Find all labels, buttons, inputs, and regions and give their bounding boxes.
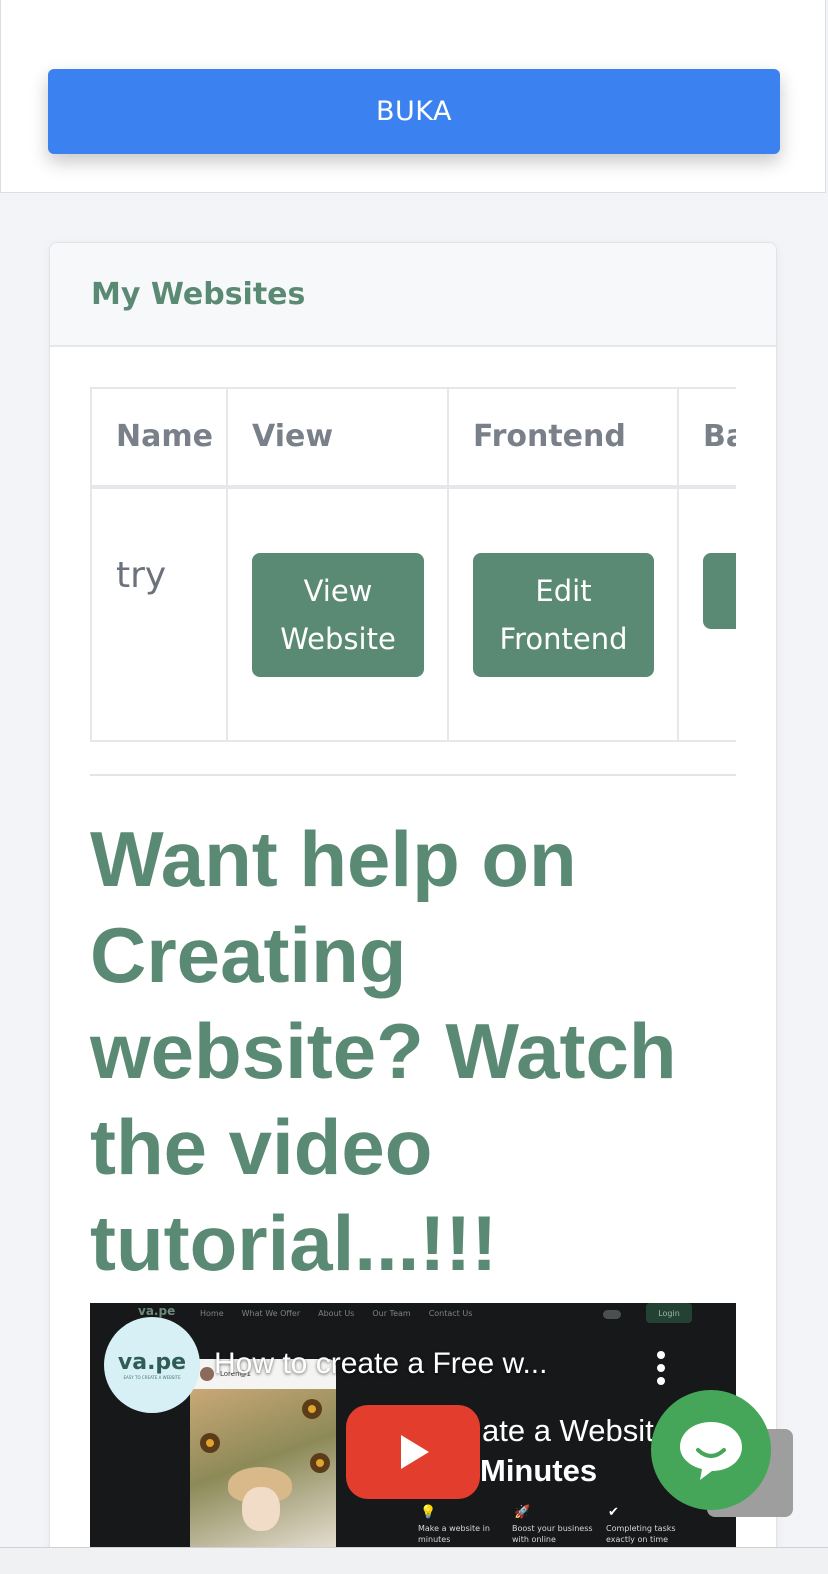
face-graphic (242, 1487, 280, 1531)
video-site-logo: va.pe (138, 1304, 176, 1318)
video-site-nav: Home What We Offer About Us Our Team Con… (200, 1309, 472, 1318)
thumbnail-avatar (200, 1367, 214, 1381)
chat-bubble-icon (680, 1422, 742, 1480)
view-website-button[interactable]: View Website (252, 553, 424, 677)
table-header-row: Name View Frontend Ba (90, 387, 736, 489)
feature-item: 🚀 Boost your business with online (512, 1505, 604, 1545)
video-login-badge: Login (646, 1303, 692, 1323)
video-subtitle-line1: ate a Website (482, 1413, 671, 1448)
video-nav-item: Contact Us (428, 1309, 473, 1318)
my-websites-card: My Websites Name View Frontend Ba try Vi… (49, 242, 777, 1574)
feature-text: Boost your business with online (512, 1524, 593, 1544)
websites-table: Name View Frontend Ba try View Website E… (90, 387, 736, 742)
divider (90, 774, 736, 776)
sunflower-graphic (200, 1433, 220, 1453)
more-vert-icon[interactable] (656, 1351, 666, 1385)
buka-button[interactable]: BUKA (48, 69, 780, 154)
video-nav-item: About Us (318, 1309, 355, 1318)
thumbnail-card: Loren@1 (190, 1359, 336, 1553)
feature-item: 💡 Make a website in minutes (418, 1505, 510, 1545)
play-icon (401, 1435, 429, 1469)
sunflower-graphic (302, 1399, 322, 1419)
chat-button[interactable] (651, 1390, 771, 1510)
site-name-cell: try (90, 486, 228, 742)
frontend-cell: Edit Frontend (447, 486, 679, 742)
view-cell: View Website (226, 486, 449, 742)
backend-cell: E (677, 486, 736, 742)
video-nav-item: Our Team (372, 1309, 411, 1318)
channel-logo-tagline: EASY TO CREATE A WEBSITE (123, 1375, 181, 1380)
check-circle-icon: ✔ (608, 1505, 619, 1520)
video-title[interactable]: How to create a Free w... (214, 1347, 547, 1381)
column-header-frontend: Frontend (447, 387, 679, 489)
card-header: My Websites (50, 243, 776, 347)
video-nav-item: Home (200, 1309, 224, 1318)
lightbulb-icon: 💡 (420, 1505, 437, 1520)
channel-logo[interactable]: va.pe EASY TO CREATE A WEBSITE (104, 1317, 200, 1413)
websites-table-scroll[interactable]: Name View Frontend Ba try View Website E… (90, 387, 736, 742)
video-nav-item: What We Offer (241, 1309, 301, 1318)
column-header-view: View (226, 387, 449, 489)
edit-frontend-button[interactable]: Edit Frontend (473, 553, 654, 677)
table-row: try View Website Edit Frontend E (90, 486, 736, 742)
column-header-backend: Ba (677, 387, 736, 489)
help-heading: Want help on Creating website? Watch the… (90, 815, 677, 1287)
video-toggle (603, 1310, 621, 1319)
video-subtitle-line2: Minutes (480, 1453, 598, 1488)
bottom-browser-bar (0, 1547, 828, 1574)
video-embed[interactable]: va.pe Home What We Offer About Us Our Te… (90, 1303, 736, 1553)
rocket-icon: 🚀 (514, 1505, 531, 1520)
feature-text: Make a website in minutes (418, 1524, 490, 1544)
column-header-name: Name (90, 387, 228, 489)
top-card: BUKA (0, 0, 826, 193)
sunflower-graphic (310, 1453, 330, 1473)
card-title: My Websites (91, 276, 306, 312)
feature-item: ✔ Completing tasks exactly on time (606, 1505, 698, 1545)
play-button[interactable] (346, 1405, 480, 1499)
thumbnail-photo (190, 1389, 336, 1553)
feature-text: Completing tasks exactly on time (606, 1524, 676, 1544)
channel-logo-text: va.pe (117, 1350, 187, 1375)
edit-backend-button[interactable]: E (703, 553, 736, 629)
